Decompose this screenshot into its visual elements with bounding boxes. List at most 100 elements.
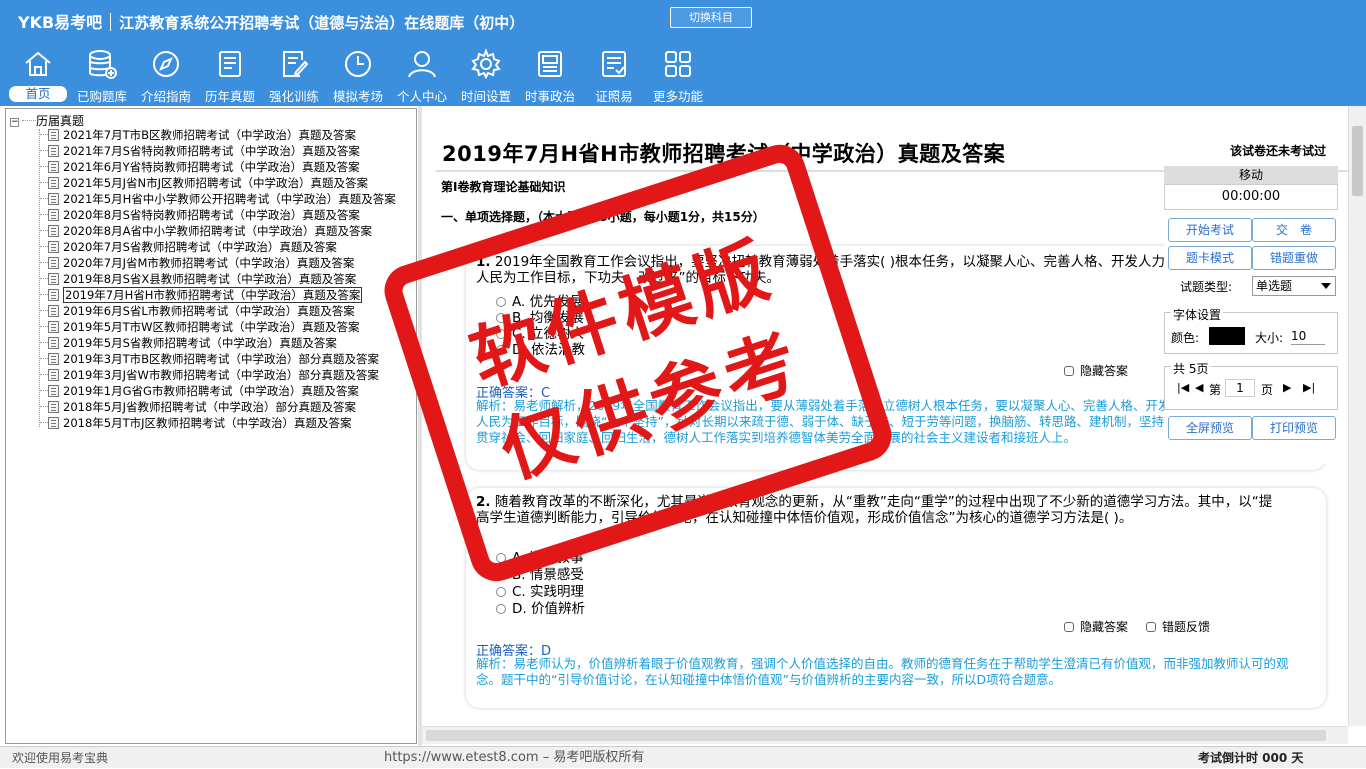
tree-item[interactable]: 2019年7月H省H市教师招聘考试（中学政治）真题及答案: [40, 287, 363, 303]
tree-item[interactable]: 2019年5月T市W区教师招聘考试（中学政治）真题及答案: [40, 319, 359, 335]
move-handle[interactable]: 移动: [1164, 166, 1338, 184]
paper-status: 该试卷还未考试过: [1229, 144, 1326, 158]
nav-more[interactable]: 更多功能: [646, 46, 710, 104]
document-icon: [48, 289, 59, 301]
database-icon: [89, 50, 117, 79]
document-icon: [48, 273, 59, 285]
eye-off-icon: [1064, 366, 1074, 376]
horizontal-scrollbar[interactable]: [422, 726, 1348, 744]
gear-icon: [471, 48, 501, 80]
document-icon: [48, 209, 59, 221]
top-toolbar: YKB易考吧 江苏教育系统公开招聘考试（道德与法治）在线题库（初中） 切换科目 首…: [0, 0, 1366, 106]
tree-item[interactable]: 2019年3月T市B区教师招聘考试（中学政治）部分真题及答案: [40, 351, 379, 367]
tree-item[interactable]: 2019年3月J省W市教师招聘考试（中学政治）部分真题及答案: [40, 367, 379, 383]
hide-answer-link[interactable]: 隐藏答案: [1064, 362, 1128, 379]
clock-icon: [345, 51, 371, 77]
tree-item[interactable]: 2019年6月S省L市教师招聘考试（中学政治）真题及答案: [40, 303, 355, 319]
document-icon: [48, 193, 59, 205]
nav-time-settings[interactable]: 时间设置: [454, 46, 518, 104]
tree-item[interactable]: 2021年7月S省特岗教师招聘考试（中学政治）真题及答案: [40, 143, 360, 159]
compass-icon: [153, 51, 179, 77]
nav-past-exams[interactable]: 历年真题: [198, 46, 262, 104]
document-icon: [48, 161, 59, 173]
document-icon: [48, 369, 59, 381]
feedback-link[interactable]: 错题反馈: [1146, 618, 1210, 635]
timer: 00:00:00: [1164, 184, 1338, 210]
tree-item[interactable]: 2021年5月H省中小学教师公开招聘考试（中学政治）真题及答案: [40, 191, 396, 207]
exam-countdown: 考试倒计时 000 天: [1198, 751, 1304, 765]
user-icon: [408, 51, 436, 78]
pagination: 共 5页 |◀ ◀ 第 1 页 ▶ ▶|: [1164, 360, 1338, 410]
prev-page-icon[interactable]: ◀: [1195, 381, 1203, 394]
document-icon: [48, 257, 59, 269]
tree-item[interactable]: 2021年7月T市B区教师招聘考试（中学政治）真题及答案: [40, 127, 356, 143]
collapse-icon[interactable]: −: [10, 118, 19, 127]
tree-item[interactable]: 2020年8月S省特岗教师招聘考试（中学政治）真题及答案: [40, 207, 360, 223]
tree-item[interactable]: 2018年5月J省教师招聘考试（中学政治）部分真题及答案: [40, 399, 356, 415]
next-page-icon[interactable]: ▶: [1283, 381, 1291, 394]
font-color-swatch[interactable]: [1209, 327, 1245, 345]
section-title: 第Ⅰ卷教育理论基础知识: [441, 180, 566, 194]
nav-current-affairs[interactable]: 时事政治: [518, 46, 582, 104]
document-icon: [48, 417, 59, 429]
document-icon: [48, 337, 59, 349]
dropdown-arrow-icon: [1321, 283, 1331, 289]
print-preview-button[interactable]: 打印预览: [1252, 416, 1336, 440]
grid-icon: [665, 51, 691, 77]
document-icon: [48, 145, 59, 157]
card-mode-button[interactable]: 题卡模式: [1168, 246, 1252, 270]
document-icon: [48, 305, 59, 317]
hide-answer-link[interactable]: 隐藏答案: [1064, 618, 1128, 635]
tree-item[interactable]: 2019年5月S省教师招聘考试（中学政治）真题及答案: [40, 335, 337, 351]
tree-item[interactable]: 2018年5月T市J区教师招聘考试（中学政治）真题及答案: [40, 415, 352, 431]
logo: YKB易考吧: [18, 13, 103, 32]
nav-mock-exam[interactable]: 模拟考场: [326, 46, 390, 104]
page-input[interactable]: 1: [1225, 379, 1255, 397]
document-icon: [48, 177, 59, 189]
question-type-select[interactable]: 单选题: [1252, 276, 1336, 296]
document-icon: [48, 129, 59, 141]
switch-subject-button[interactable]: 切换科目: [670, 7, 752, 28]
nav-home[interactable]: 首页: [6, 46, 70, 104]
option-d[interactable]: D. 价值辨析: [496, 597, 585, 617]
vertical-scrollbar[interactable]: [1348, 106, 1366, 726]
exam-tree-panel: − 历届真题 2021年7月T市B区教师招聘考试（中学政治）真题及答案 2021年7…: [5, 108, 417, 744]
feedback-icon: [1146, 622, 1156, 632]
font-settings: 字体设置 颜色: 大小: 10: [1164, 306, 1338, 354]
start-exam-button[interactable]: 开始考试: [1168, 218, 1252, 242]
nav-training[interactable]: 强化训练: [262, 46, 326, 104]
submit-button[interactable]: 交 卷: [1252, 218, 1336, 242]
font-size-input[interactable]: 10: [1291, 327, 1325, 345]
redo-wrong-button[interactable]: 错题重做: [1252, 246, 1336, 270]
explanation: 解析：易老师认为，价值辨析着眼于价值观教育，强调个人价值选择的自由。教师的德育任…: [476, 656, 1289, 687]
newspaper-icon: [538, 51, 562, 77]
nav-guide[interactable]: 介绍指南: [134, 46, 198, 104]
app-title: 江苏教育系统公开招聘考试（道德与法治）在线题库（初中）: [119, 14, 525, 32]
nav-purchased[interactable]: 已购题库: [70, 46, 134, 104]
tree-item[interactable]: 2021年6月Y省特岗教师招聘考试（中学政治）真题及答案: [40, 159, 360, 175]
edit-document-icon: [283, 51, 309, 77]
scroll-thumb[interactable]: [1352, 126, 1363, 196]
tree-root-label: 历届真题: [36, 114, 85, 128]
first-page-icon[interactable]: |◀: [1177, 381, 1189, 394]
nav-profile[interactable]: 个人中心: [390, 46, 454, 104]
question-type-label: 试题类型:: [1180, 280, 1233, 294]
tree-item[interactable]: 2020年7月J省M市教师招聘考试（中学政治）真题及答案: [40, 255, 354, 271]
nav-certificate[interactable]: 证照易: [582, 46, 646, 104]
last-page-icon[interactable]: ▶|: [1303, 381, 1315, 394]
status-bar: 欢迎使用易考宝典 https://www.etest8.com – 易考吧版权所…: [0, 746, 1366, 768]
tree-item[interactable]: 2021年5月J省N市J区教师招聘考试（中学政治）真题及答案: [40, 175, 368, 191]
document-list-icon: [219, 51, 241, 77]
welcome-text: 欢迎使用易考宝典: [12, 751, 109, 765]
document-icon: [48, 385, 59, 397]
eye-off-icon: [1064, 622, 1074, 632]
document-icon: [48, 321, 59, 333]
tree-item[interactable]: 2020年7月S省教师招聘考试（中学政治）真题及答案: [40, 239, 337, 255]
tree-item[interactable]: 2020年8月A省中小学教师招聘考试（中学政治）真题及答案: [40, 223, 372, 239]
tree-item[interactable]: 2019年1月G省G市教师招聘考试（中学政治）真题及答案: [40, 383, 359, 399]
document-icon: [48, 241, 59, 253]
tree-item[interactable]: 2019年8月S省X县教师招聘考试（中学政治）真题及答案: [40, 271, 356, 287]
scroll-thumb[interactable]: [426, 730, 1326, 741]
app-logo-title: YKB易考吧 江苏教育系统公开招聘考试（道德与法治）在线题库（初中）: [18, 9, 524, 33]
fullscreen-preview-button[interactable]: 全屏预览: [1168, 416, 1252, 440]
